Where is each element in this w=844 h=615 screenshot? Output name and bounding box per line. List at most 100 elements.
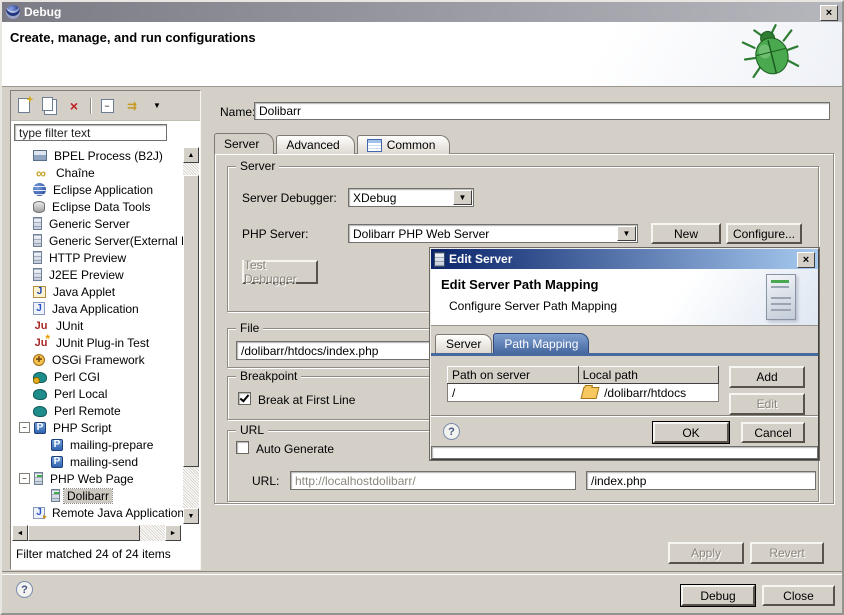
tree-item[interactable]: mailing-prepare	[13, 436, 184, 453]
url-label: URL:	[252, 474, 279, 488]
tree-vertical-scrollbar[interactable]: ▲ ▼	[183, 147, 199, 524]
tree-item[interactable]: Chaîne	[13, 164, 184, 181]
tree-item-label: HTTP Preview	[46, 251, 129, 265]
edit-server-titlebar[interactable]: Edit Server	[431, 249, 818, 269]
dropdown-arrow-icon[interactable]	[617, 226, 636, 241]
tree-item[interactable]: J2EE Preview	[13, 266, 184, 283]
filter-input[interactable]	[14, 124, 167, 141]
ok-button[interactable]: OK	[653, 422, 729, 443]
configurations-sidebar: BPEL Process (B2J) Chaîne Eclipse Applic…	[10, 90, 201, 570]
tree-item-label: BPEL Process (B2J)	[51, 149, 166, 163]
help-icon[interactable]	[16, 581, 33, 598]
tree-item[interactable]: Java Applet	[13, 283, 184, 300]
tree-item[interactable]: Perl Remote	[13, 402, 184, 419]
tab-common[interactable]: Common	[357, 135, 451, 154]
apply-button[interactable]: Apply	[668, 542, 744, 564]
add-mapping-button[interactable]: Add	[729, 366, 805, 388]
scroll-track[interactable]	[183, 163, 199, 175]
tree-item-icon	[51, 456, 63, 468]
tree-item-icon	[33, 234, 42, 247]
filter-arrows-icon	[127, 99, 137, 113]
duplicate-configuration-button[interactable]	[40, 97, 58, 115]
server-debugger-select[interactable]: XDebug	[348, 188, 474, 207]
tree-item[interactable]: PHP Script	[13, 419, 184, 436]
scroll-left-button[interactable]: ◄	[12, 525, 28, 541]
column-local-path[interactable]: Local path	[578, 367, 718, 384]
tab-server[interactable]: Server	[214, 133, 274, 154]
dialog-tab-path-mapping[interactable]: Path Mapping	[493, 333, 589, 353]
tree-item-icon	[33, 217, 42, 230]
name-input[interactable]	[254, 102, 830, 120]
tree-item-icon	[33, 150, 47, 161]
tab-common-label: Common	[387, 138, 436, 152]
new-configuration-button[interactable]	[15, 97, 33, 115]
auto-generate-checkbox[interactable]	[236, 441, 249, 454]
url-base-field[interactable]	[290, 471, 576, 490]
dropdown-arrow-icon[interactable]	[453, 190, 472, 205]
window-titlebar[interactable]: Debug	[2, 2, 842, 22]
cell-local-path[interactable]: /dolibarr/htdocs	[578, 384, 718, 402]
tree-item[interactable]: Remote Java Application	[13, 504, 184, 521]
dialog-tab-server[interactable]: Server	[435, 334, 492, 353]
tree-item[interactable]: JUnit	[13, 317, 184, 334]
tree-item[interactable]: Java Application	[13, 300, 184, 317]
tab-advanced[interactable]: Advanced	[276, 135, 354, 154]
tree-item[interactable]: Perl Local	[13, 385, 184, 402]
scroll-track[interactable]	[140, 525, 165, 541]
tree-item[interactable]: BPEL Process (B2J)	[13, 147, 184, 164]
test-debugger-button[interactable]: Test Debugger	[242, 260, 318, 284]
tree-item[interactable]: PHP Web Page	[13, 470, 184, 487]
tree-item-label: Generic Server(External Launch)	[46, 234, 184, 248]
column-path-on-server[interactable]: Path on server	[448, 367, 579, 384]
filter-menu-button[interactable]	[148, 97, 166, 115]
new-server-button[interactable]: New	[651, 223, 721, 244]
delete-configuration-button[interactable]	[65, 97, 83, 115]
tree-item[interactable]: Perl CGI	[13, 368, 184, 385]
url-path-field[interactable]	[586, 471, 816, 490]
tree-item-label: JUnit	[53, 319, 86, 333]
revert-button[interactable]: Revert	[750, 542, 824, 564]
cell-server-path[interactable]: /	[448, 384, 579, 402]
local-path-value: /dolibarr/htdocs	[604, 386, 686, 400]
tree-item[interactable]: JUnit Plug-in Test	[13, 334, 184, 351]
url-auto-preview-field[interactable]	[431, 446, 818, 459]
debug-button[interactable]: Debug	[681, 585, 755, 606]
tree-expander-icon[interactable]	[19, 422, 30, 433]
path-mapping-table[interactable]: Path on server Local path / /dolibarr/ht…	[447, 366, 719, 402]
server-group-label: Server	[236, 159, 279, 173]
break-at-first-line-checkbox[interactable]	[238, 392, 251, 405]
tree-item-icon	[33, 336, 49, 350]
configure-server-button[interactable]: Configure...	[726, 223, 802, 244]
tree-item-label: Java Applet	[50, 285, 118, 299]
tree-item-label: Eclipse Application	[50, 183, 156, 197]
edit-mapping-button[interactable]: Edit	[729, 393, 805, 415]
tree-item[interactable]: mailing-send	[13, 453, 184, 470]
tree-expander-icon[interactable]	[19, 473, 30, 484]
scroll-thumb[interactable]	[28, 525, 140, 541]
scroll-up-button[interactable]: ▲	[183, 147, 199, 163]
tree-item[interactable]: Generic Server(External Launch)	[13, 232, 184, 249]
scroll-thumb[interactable]	[183, 175, 199, 467]
collapse-all-button[interactable]	[98, 97, 116, 115]
cancel-button[interactable]: Cancel	[741, 422, 805, 443]
tree-item[interactable]: OSGi Framework	[13, 351, 184, 368]
tree-item[interactable]: Generic Server	[13, 215, 184, 232]
dialog-help-icon[interactable]	[443, 423, 460, 440]
chevron-down-icon	[153, 101, 161, 110]
scroll-down-button[interactable]: ▼	[183, 508, 199, 524]
php-server-select[interactable]: Dolibarr PHP Web Server	[348, 224, 638, 243]
close-button[interactable]: Close	[762, 585, 835, 606]
tree-item[interactable]: Eclipse Application	[13, 181, 184, 198]
edit-server-close-button[interactable]	[797, 252, 815, 268]
filter-button[interactable]	[123, 97, 141, 115]
scroll-track[interactable]	[183, 467, 199, 508]
edit-server-tabstrip: Server Path Mapping	[431, 326, 818, 356]
tree-horizontal-scrollbar[interactable]: ◄ ►	[12, 525, 181, 541]
add-button-label: Add	[756, 370, 777, 384]
tree-item[interactable]: Eclipse Data Tools	[13, 198, 184, 215]
tree-item[interactable]: HTTP Preview	[13, 249, 184, 266]
table-row[interactable]: / /dolibarr/htdocs	[448, 384, 719, 402]
tree-item[interactable]: Dolibarr	[13, 487, 184, 504]
window-close-button[interactable]	[820, 5, 838, 21]
scroll-right-button[interactable]: ►	[165, 525, 181, 541]
